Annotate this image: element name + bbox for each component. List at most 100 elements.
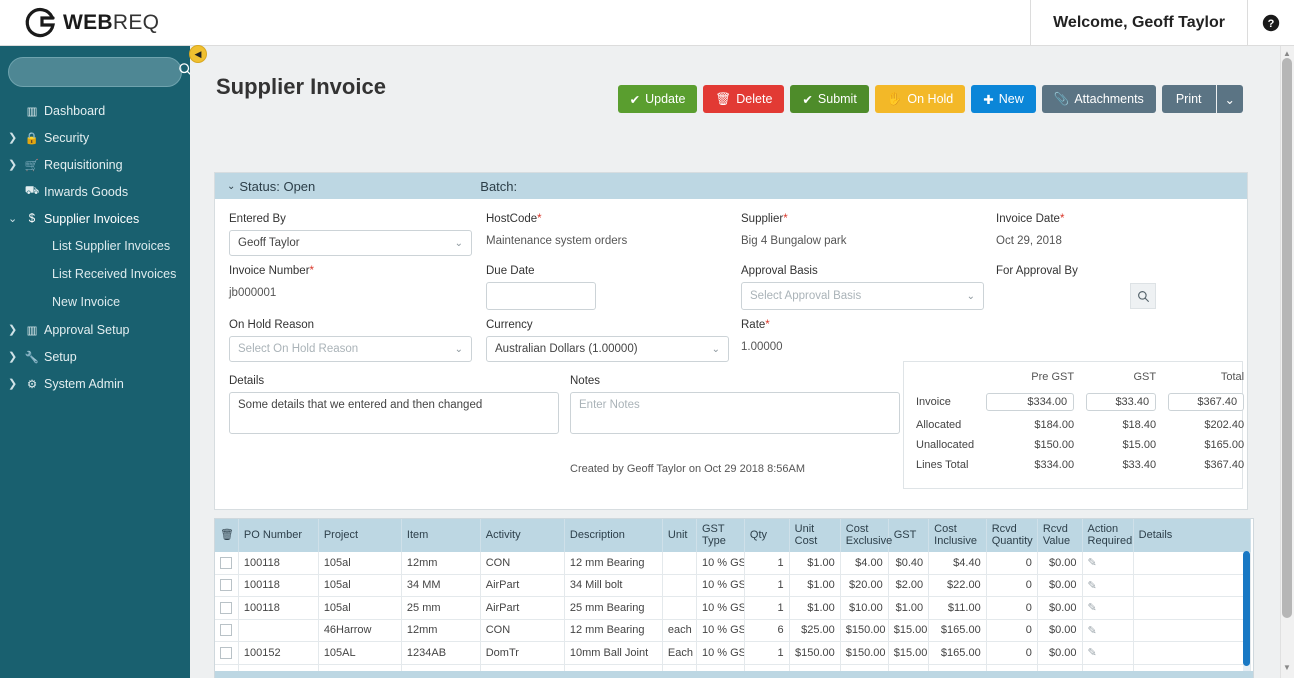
field-for-approval-by: For Approval By <box>996 265 1156 310</box>
cell-cost-exclusive: $20.00 <box>840 574 889 598</box>
cell-gst: $1.00 <box>888 596 930 620</box>
attachments-button[interactable]: 📎 Attachments <box>1041 85 1156 113</box>
trash-icon[interactable]: 🗑 <box>220 529 234 541</box>
cell-unit <box>662 664 697 671</box>
on-hold-button[interactable]: ✋ On Hold <box>874 85 966 113</box>
pencil-icon[interactable]: ✎ <box>1088 580 1097 592</box>
col-gst-type[interactable]: GST Type <box>696 519 745 552</box>
cell-action-required: ✎ <box>1082 664 1134 671</box>
sidebar-collapse-toggle[interactable]: ◀ <box>189 45 207 63</box>
col-project[interactable]: Project <box>318 519 402 552</box>
row-checkbox[interactable] <box>220 579 232 592</box>
required-marker: * <box>537 213 542 225</box>
invoice-form-card: ⌄ Status: Open Batch: Entered By Geoff T… <box>214 172 1248 510</box>
welcome-message: Welcome, Geoff Taylor <box>1030 0 1248 46</box>
cell-gst-type: 10 % GST <box>696 596 745 620</box>
sidebar-item-list-supplier-invoices[interactable]: List Supplier Invoices <box>0 232 190 260</box>
table-row-empty[interactable]: ✎ <box>215 664 1252 671</box>
sidebar-item-setup[interactable]: ❯ 🔧 Setup <box>0 343 190 370</box>
table-row[interactable]: 46Harrow 12mm CON 12 mm Bearing each 10 … <box>215 619 1252 643</box>
search-input[interactable] <box>19 64 178 80</box>
cell-gst: $15.00 <box>888 619 930 643</box>
col-details[interactable]: Details <box>1133 519 1252 552</box>
col-action-required[interactable]: Action Required <box>1082 519 1134 552</box>
new-button[interactable]: ✚ New <box>971 85 1036 113</box>
table-row[interactable]: 100152 105AL 1234AB DomTr 10mm Ball Join… <box>215 641 1252 665</box>
sidebar-item-inwards-goods[interactable]: ❯ ⛟ Inwards Goods <box>0 178 190 205</box>
update-button[interactable]: ✔ Update <box>617 85 698 113</box>
sidebar-item-list-received-invoices[interactable]: List Received Invoices <box>0 260 190 288</box>
sidebar-item-security[interactable]: ❯ 🔒 Security <box>0 124 190 151</box>
row-checkbox[interactable] <box>220 624 232 637</box>
sidebar-search[interactable] <box>8 57 190 87</box>
field-supplier: Supplier* Big 4 Bungalow park <box>741 213 984 247</box>
sidebar-item-system-admin[interactable]: ❯ ⚙ System Admin <box>0 370 190 397</box>
entered-by-select[interactable]: Geoff Taylor ⌄ <box>229 230 472 256</box>
paperclip-icon: 📎 <box>1053 91 1070 106</box>
col-item[interactable]: Item <box>401 519 481 552</box>
due-date-input[interactable] <box>486 282 596 310</box>
row-checkbox[interactable] <box>220 646 232 659</box>
table-row[interactable]: 100118 105al 12mm CON 12 mm Bearing 10 %… <box>215 551 1252 575</box>
delete-column-header[interactable]: 🗑 <box>215 519 239 552</box>
help-circle-icon[interactable]: ? <box>1248 0 1294 46</box>
currency-select[interactable]: Australian Dollars (1.00000) ⌄ <box>486 336 729 362</box>
cell-item: 12mm <box>401 619 481 643</box>
lines-scrollbar-thumb[interactable] <box>1243 551 1250 666</box>
entered-by-label: Entered By <box>229 213 286 225</box>
pencil-icon[interactable]: ✎ <box>1088 625 1097 637</box>
table-row[interactable]: 100118 105al 25 mm AirPart 25 mm Bearing… <box>215 596 1252 620</box>
approval-basis-select[interactable]: Select Approval Basis ⌄ <box>741 282 984 310</box>
cell-details <box>1133 596 1252 620</box>
delete-button[interactable]: 🗑 Delete <box>703 85 785 113</box>
row-checkbox[interactable] <box>220 601 232 614</box>
table-row[interactable]: 100118 105al 34 MM AirPart 34 Mill bolt … <box>215 574 1252 598</box>
col-description[interactable]: Description <box>564 519 663 552</box>
sidebar-item-approval-setup[interactable]: ❯ ▥ Approval Setup <box>0 316 190 343</box>
page-scrollbar-thumb[interactable] <box>1282 58 1292 618</box>
col-unit-cost[interactable]: Unit Cost <box>789 519 841 552</box>
col-activity[interactable]: Activity <box>480 519 565 552</box>
search-icon[interactable] <box>1130 283 1156 309</box>
cell-rcvd-value: $0.00 <box>1037 619 1083 643</box>
sidebar-item-supplier-invoices[interactable]: ⌄ $ Supplier Invoices <box>0 205 190 232</box>
cell-po-number: 100118 <box>238 596 319 620</box>
col-qty[interactable]: Qty <box>744 519 790 552</box>
on-hold-reason-select[interactable]: Select On Hold Reason ⌄ <box>229 336 472 362</box>
col-cost-inclusive[interactable]: Cost Inclusive <box>928 519 987 552</box>
print-dropdown-button[interactable]: ⌄ <box>1216 85 1243 113</box>
cell-qty: 1 <box>744 551 790 575</box>
dollar-icon: $ <box>28 212 36 225</box>
invoice-number-value[interactable]: jb000001 <box>229 282 472 299</box>
pencil-icon[interactable]: ✎ <box>1088 557 1097 569</box>
print-button[interactable]: Print <box>1161 85 1216 113</box>
pencil-icon[interactable]: ✎ <box>1088 647 1097 659</box>
col-po-number[interactable]: PO Number <box>238 519 319 552</box>
notes-textarea[interactable] <box>570 392 900 434</box>
col-unit[interactable]: Unit <box>662 519 697 552</box>
brand-logo[interactable]: WEBREQ <box>0 5 159 41</box>
invoice-total-input[interactable]: $367.40 <box>1168 393 1245 411</box>
pencil-icon[interactable]: ✎ <box>1088 602 1097 614</box>
col-rcvd-value[interactable]: Rcvd Value <box>1037 519 1083 552</box>
wrench-icon: 🔧 <box>24 351 40 364</box>
sidebar-item-new-invoice[interactable]: New Invoice <box>0 288 190 316</box>
sidebar-item-dashboard[interactable]: ❯ ▥ Dashboard <box>0 97 190 124</box>
col-cost-exclusive[interactable]: Cost Exclusive <box>840 519 892 552</box>
chevron-right-icon: ❯ <box>8 159 18 171</box>
invoice-gst-input[interactable]: $33.40 <box>1086 393 1157 411</box>
col-rcvd-quantity[interactable]: Rcvd Quantity <box>986 519 1038 552</box>
row-checkbox-cell <box>215 619 239 643</box>
row-checkbox[interactable] <box>220 556 232 569</box>
totals-row-label: Invoice <box>916 396 951 408</box>
details-textarea[interactable] <box>229 392 559 434</box>
sidebar-nav: ❯ ▥ Dashboard ❯ 🔒 Security ❯ 🛒 Requisiti… <box>0 97 190 397</box>
col-gst[interactable]: GST <box>888 519 930 552</box>
chevron-down-icon[interactable]: ⌄ <box>227 181 235 192</box>
submit-button[interactable]: ✔ Submit <box>790 85 869 113</box>
cell-rcvd-value: $0.00 <box>1037 641 1083 665</box>
scroll-down-icon[interactable]: ▼ <box>1281 662 1293 674</box>
sidebar-item-requisitioning[interactable]: ❯ 🛒 Requisitioning <box>0 151 190 178</box>
cell-qty <box>744 664 790 671</box>
invoice-pre-gst-input[interactable]: $334.00 <box>986 393 1075 411</box>
